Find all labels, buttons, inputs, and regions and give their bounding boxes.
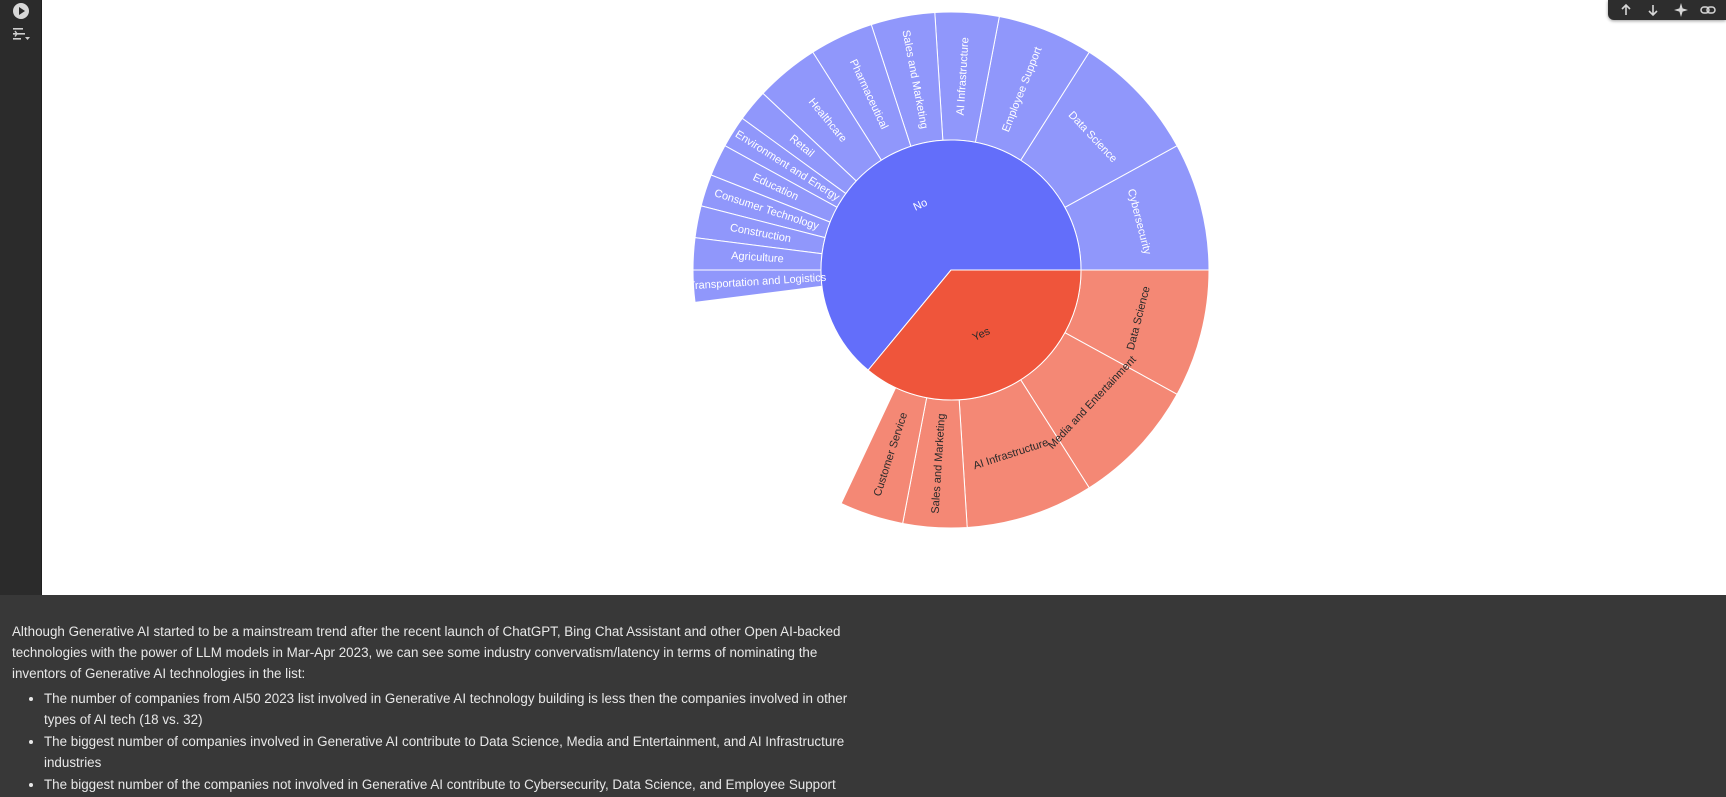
- output-options-icon[interactable]: [9, 23, 33, 45]
- markdown-bullet: The number of companies from AI50 2023 l…: [44, 688, 862, 730]
- markdown-bullet: The biggest number of companies involved…: [44, 731, 862, 773]
- markdown-intro: Although Generative AI started to be a m…: [12, 624, 841, 681]
- arrow-down-icon[interactable]: [1643, 0, 1663, 20]
- sparkle-icon[interactable]: [1671, 0, 1691, 20]
- link-icon[interactable]: [1698, 0, 1718, 20]
- markdown-bullet: The biggest number of the companies not …: [44, 774, 862, 795]
- cell-gutter: [0, 0, 42, 595]
- markdown-bullet-list: The number of companies from AI50 2023 l…: [12, 688, 862, 795]
- cell-output: Cybersecurity Data Science Employee Suppor…: [42, 0, 1726, 595]
- cell-toolbar: [1608, 0, 1726, 20]
- sunburst-chart: CybersecurityData ScienceEmployee Suppor…: [688, 11, 1210, 529]
- arrow-up-icon[interactable]: [1616, 0, 1636, 20]
- play-icon[interactable]: [9, 0, 33, 22]
- markdown-cell[interactable]: Although Generative AI started to be a m…: [0, 595, 1726, 797]
